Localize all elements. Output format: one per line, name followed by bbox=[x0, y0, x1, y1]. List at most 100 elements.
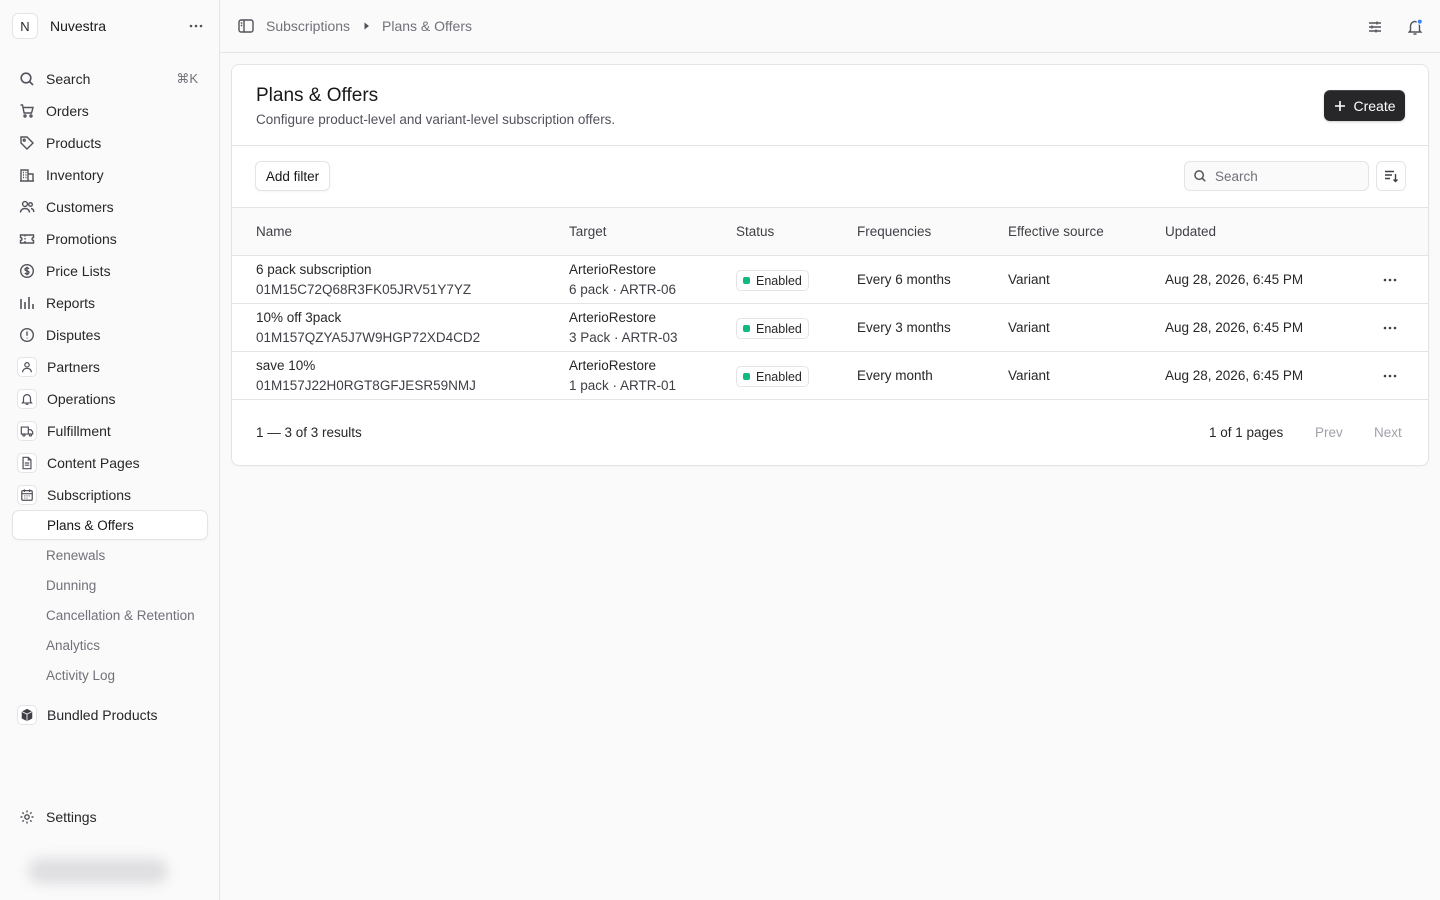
sidebar-item-label: Fulfillment bbox=[47, 423, 111, 439]
sort-icon bbox=[1383, 168, 1399, 184]
page-subtitle: Configure product-level and variant-leve… bbox=[256, 112, 616, 127]
sidebar-item-label: Customers bbox=[46, 199, 114, 215]
cart-icon bbox=[18, 102, 36, 120]
status-dot-icon bbox=[743, 373, 750, 380]
effective-source: Variant bbox=[1008, 368, 1050, 383]
sidebar-item-subscriptions[interactable]: Subscriptions bbox=[12, 481, 208, 509]
target-product: ArterioRestore bbox=[569, 262, 657, 277]
sidebar-item-fulfillment[interactable]: Fulfillment bbox=[12, 417, 208, 445]
notification-bell-icon[interactable] bbox=[1405, 17, 1425, 37]
target-variant: 1 pack · ARTR-01 bbox=[569, 378, 677, 393]
updated-at: Aug 28, 2026, 6:45 PM bbox=[1165, 368, 1304, 383]
sidebar-item-search[interactable]: Search ⌘K bbox=[12, 65, 208, 93]
ticket-icon bbox=[18, 230, 36, 248]
sidebar-item-operations[interactable]: Operations bbox=[12, 385, 208, 413]
column-header-name[interactable]: Name bbox=[256, 224, 292, 239]
create-button[interactable]: Create bbox=[1324, 90, 1405, 121]
sidebar-item-content-pages[interactable]: Content Pages bbox=[12, 449, 208, 477]
sidebar-item-promotions[interactable]: Promotions bbox=[12, 225, 208, 253]
sidebar-item-products[interactable]: Products bbox=[12, 129, 208, 157]
divider bbox=[232, 145, 1428, 146]
plans-offers-card: Plans & Offers Configure product-level a… bbox=[231, 64, 1429, 466]
sidebar-item-label: Search bbox=[46, 71, 91, 87]
updated-at: Aug 28, 2026, 6:45 PM bbox=[1165, 272, 1304, 287]
page-indicator: 1 of 1 pages bbox=[1209, 425, 1284, 440]
offer-name: 6 pack subscription bbox=[256, 262, 372, 277]
next-page-button[interactable]: Next bbox=[1374, 425, 1402, 440]
offer-id: 01M15C72Q68R3FK05JRV51Y7YZ bbox=[256, 282, 472, 297]
sidebar-subitem-dunning[interactable]: Dunning bbox=[12, 570, 208, 600]
page-title: Plans & Offers bbox=[256, 85, 379, 106]
column-header-updated[interactable]: Updated bbox=[1165, 224, 1216, 239]
column-header-frequencies[interactable]: Frequencies bbox=[857, 224, 931, 239]
table-row[interactable]: 10% off 3pack 01M157QZYA5J7W9HGP72XD4CD2… bbox=[232, 304, 1428, 352]
sidebar-item-label: Bundled Products bbox=[47, 707, 158, 723]
prev-page-button[interactable]: Prev bbox=[1315, 425, 1343, 440]
sidebar-subitem-renewals[interactable]: Renewals bbox=[12, 540, 208, 570]
status-badge: Enabled bbox=[736, 270, 809, 291]
sidebar-item-label: Orders bbox=[46, 103, 89, 119]
sort-button[interactable] bbox=[1376, 161, 1406, 191]
chevron-right-icon bbox=[363, 21, 371, 31]
store-switcher[interactable]: N Nuvestra bbox=[12, 12, 208, 40]
sidebar-subitem-plans-offers[interactable]: Plans & Offers bbox=[12, 510, 208, 540]
sidebar: N Nuvestra Search ⌘K Orders Products Inv… bbox=[0, 0, 220, 900]
search-input[interactable] bbox=[1215, 168, 1355, 184]
sidebar-subitem-activity-log[interactable]: Activity Log bbox=[12, 660, 208, 690]
status-badge: Enabled bbox=[736, 366, 809, 387]
table-row[interactable]: save 10% 01M157J22H0RGT8GFJESR59NMJ Arte… bbox=[232, 352, 1428, 400]
sidebar-item-label: Inventory bbox=[46, 167, 104, 183]
row-actions-icon[interactable] bbox=[1378, 318, 1402, 338]
sidebar-subitem-cancellation-retention[interactable]: Cancellation & Retention bbox=[12, 600, 208, 630]
bar-chart-icon bbox=[18, 294, 36, 312]
sidebar-item-orders[interactable]: Orders bbox=[12, 97, 208, 125]
more-horizontal-icon[interactable] bbox=[184, 14, 208, 38]
sidebar-item-price-lists[interactable]: Price Lists bbox=[12, 257, 208, 285]
bell-icon bbox=[17, 389, 37, 409]
status-label: Enabled bbox=[756, 369, 802, 384]
sidebar-item-partners[interactable]: Partners bbox=[12, 353, 208, 381]
column-header-target[interactable]: Target bbox=[569, 224, 607, 239]
sidebar-item-label: Content Pages bbox=[47, 455, 140, 471]
sidebar-item-inventory[interactable]: Inventory bbox=[12, 161, 208, 189]
truck-icon bbox=[17, 421, 37, 441]
store-name: Nuvestra bbox=[50, 18, 107, 34]
sidebar-item-customers[interactable]: Customers bbox=[12, 193, 208, 221]
row-actions-icon[interactable] bbox=[1378, 366, 1402, 386]
frequency: Every month bbox=[857, 368, 933, 383]
create-button-label: Create bbox=[1353, 97, 1396, 114]
plus-icon bbox=[1333, 99, 1347, 113]
users-icon bbox=[18, 198, 36, 216]
breadcrumb-parent[interactable]: Subscriptions bbox=[266, 18, 350, 34]
building-icon bbox=[18, 166, 36, 184]
sidebar-item-label: Promotions bbox=[46, 231, 117, 247]
sidebar-item-label: Reports bbox=[46, 295, 96, 311]
user-profile-blurred[interactable] bbox=[28, 858, 168, 884]
sidebar-item-bundled-products[interactable]: Bundled Products bbox=[12, 701, 208, 729]
target-variant: 3 Pack · ARTR-03 bbox=[569, 330, 678, 345]
column-header-effective-source[interactable]: Effective source bbox=[1008, 224, 1104, 239]
sidebar-item-label: Price Lists bbox=[46, 263, 111, 279]
sidebar-subitem-analytics[interactable]: Analytics bbox=[12, 630, 208, 660]
row-actions-icon[interactable] bbox=[1378, 270, 1402, 290]
sidebar-toggle-icon[interactable] bbox=[237, 17, 255, 35]
status-label: Enabled bbox=[756, 273, 802, 288]
sliders-icon[interactable] bbox=[1365, 17, 1385, 37]
topbar: Subscriptions Plans & Offers bbox=[220, 0, 1440, 53]
status-dot-icon bbox=[743, 277, 750, 284]
search-shortcut: ⌘K bbox=[176, 71, 198, 86]
add-filter-button[interactable]: Add filter bbox=[255, 161, 330, 191]
table-header: Name Target Status Frequencies Effective… bbox=[232, 207, 1428, 256]
currency-icon bbox=[18, 262, 36, 280]
sidebar-item-label: Partners bbox=[47, 359, 100, 375]
offer-name: save 10% bbox=[256, 358, 316, 373]
sidebar-item-reports[interactable]: Reports bbox=[12, 289, 208, 317]
tag-icon bbox=[18, 134, 36, 152]
search-field[interactable] bbox=[1184, 161, 1369, 191]
results-count: 1 — 3 of 3 results bbox=[256, 425, 362, 440]
sidebar-item-settings[interactable]: Settings bbox=[12, 803, 208, 831]
table-row[interactable]: 6 pack subscription 01M15C72Q68R3FK05JRV… bbox=[232, 256, 1428, 304]
sidebar-item-disputes[interactable]: Disputes bbox=[12, 321, 208, 349]
sidebar-item-label: Disputes bbox=[46, 327, 101, 343]
column-header-status[interactable]: Status bbox=[736, 224, 774, 239]
